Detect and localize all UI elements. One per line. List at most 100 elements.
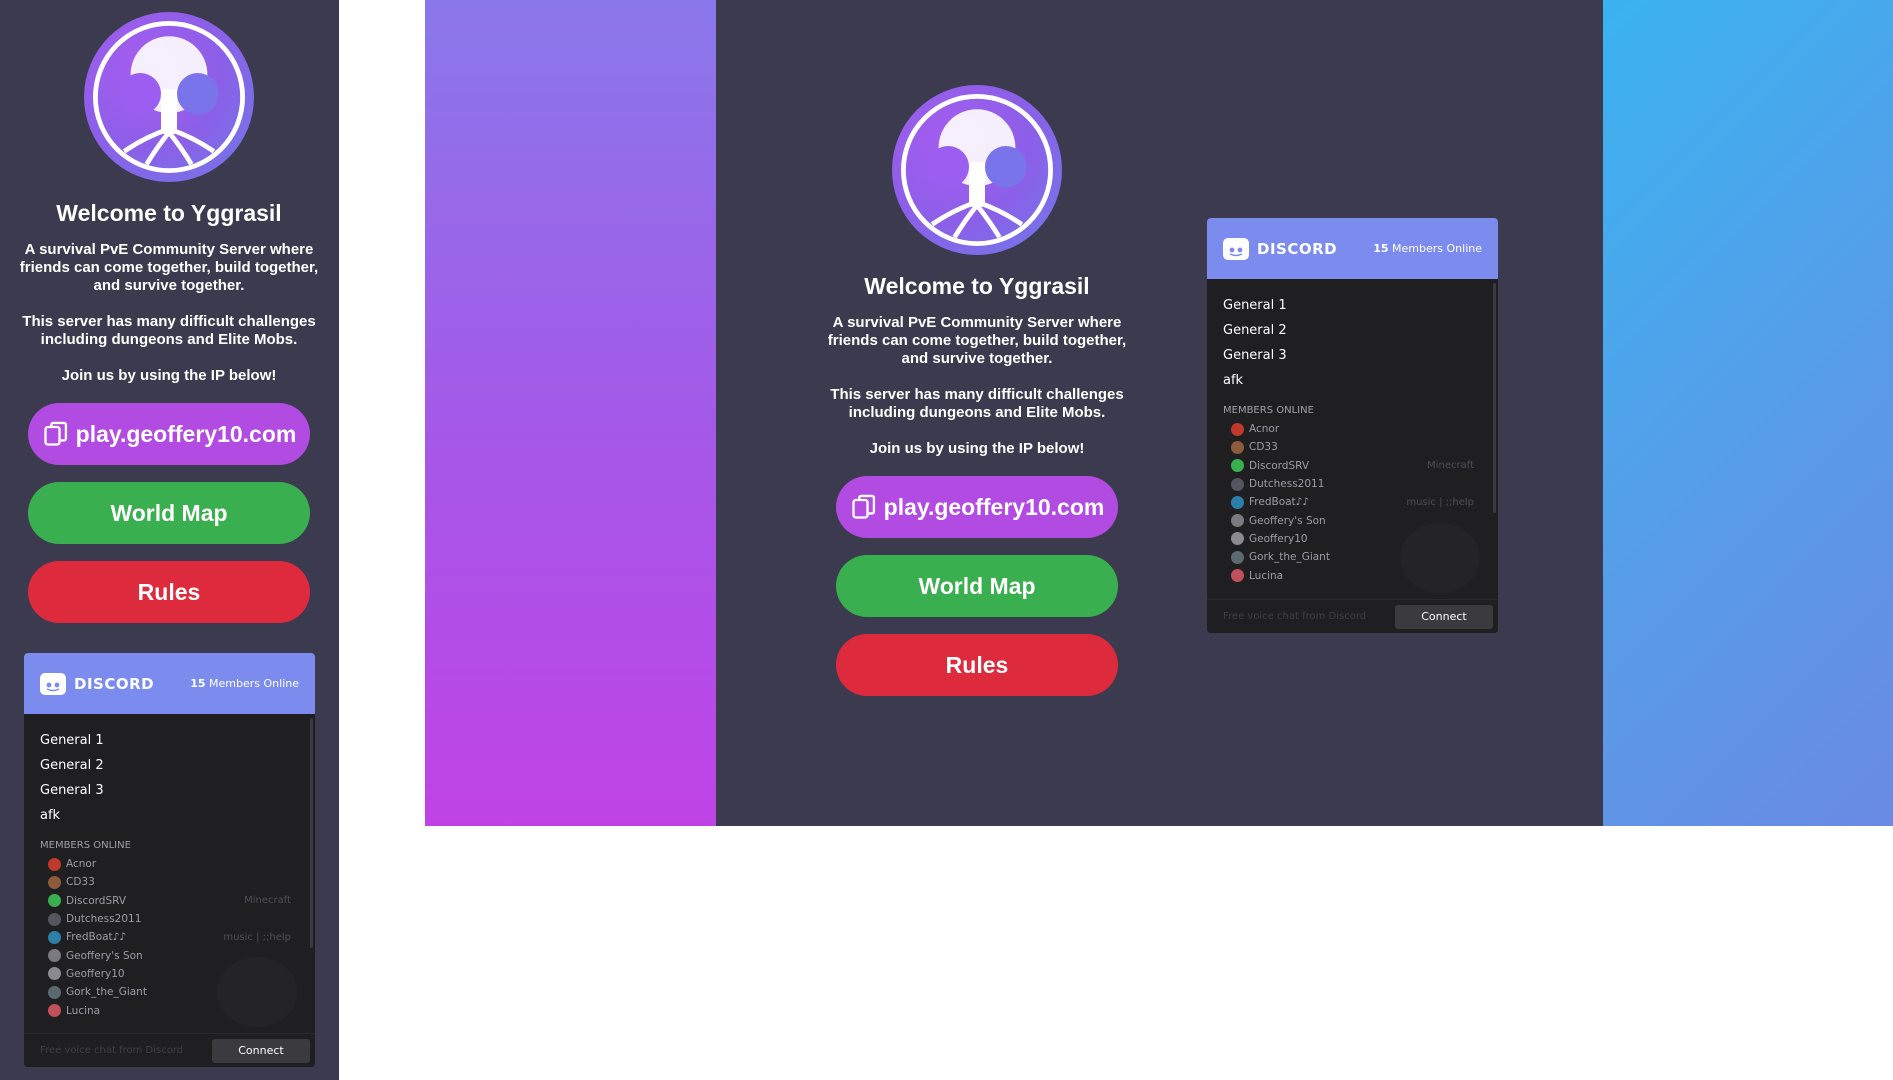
copy-ip-button[interactable]: play.geoffery10.com [28,403,310,465]
avatar [1231,495,1244,509]
member-item[interactable]: Dutchess2011 [1223,475,1482,493]
channel-item[interactable]: General 1 [1223,293,1482,318]
member-name: Dutchess2011 [1249,478,1325,491]
discord-logo[interactable]: DISCORD [40,672,155,695]
tree-of-life-icon [92,20,245,173]
member-item[interactable]: Geoffery10 [1223,530,1482,548]
member-item[interactable]: Acnor [40,855,299,873]
world-map-button[interactable]: World Map [28,482,310,544]
discord-brand-label: DISCORD [1257,239,1338,258]
member-name: Geoffery10 [1249,532,1308,545]
channel-item[interactable]: General 2 [1223,318,1482,343]
members-online-count: 15 Members Online [1373,242,1482,255]
online-label: Members Online [209,677,299,690]
channel-item[interactable]: General 3 [40,778,299,803]
member-item[interactable]: Geoffery10 [40,965,299,983]
member-name: Geoffery's Son [1249,514,1326,527]
member-item[interactable]: CD33 [1223,438,1482,456]
tree-logo-icon [84,12,254,182]
copy-ip-button[interactable]: play.geoffery10.com [836,476,1118,538]
online-label: Members Online [1392,242,1482,255]
member-list: Acnor CD33 DiscordSRV Minecraft Dutchess2… [1223,420,1482,585]
welcome-title: Welcome to Yggrasil [864,273,1090,299]
member-name: CD33 [66,876,95,889]
member-item[interactable]: DiscordSRV Minecraft [40,892,299,910]
member-list: Acnor CD33 DiscordSRV Minecraft Dutchess2… [40,855,299,1020]
member-item[interactable]: Lucina [40,1001,299,1019]
tree-logo-icon [892,85,1062,255]
channel-item[interactable]: General 2 [40,753,299,778]
member-name: Acnor [1249,423,1280,436]
avatar [48,912,61,926]
world-map-button[interactable]: World Map [836,555,1118,617]
member-name: Geoffery10 [66,967,125,980]
discord-footer-text: Free voice chat from Discord [40,1045,184,1056]
discord-widget: DISCORD 15 Members Online General 1 Gene… [24,653,315,1067]
member-name: Acnor [66,858,97,871]
member-item[interactable]: Geoffery's Son [40,946,299,964]
member-name: Gork_the_Giant [1249,551,1330,564]
member-name: DiscordSRV [1249,459,1310,472]
discord-footer-text: Free voice chat from Discord [1223,611,1367,622]
channel-list: General 1 General 2 General 3 afk [1223,293,1482,393]
member-name: Geoffery's Son [66,949,143,962]
avatar [1231,477,1244,491]
member-name: Lucina [1249,569,1284,582]
discord-footer: Free voice chat from Discord Connect [1207,599,1498,633]
avatar [1231,514,1244,528]
member-item[interactable]: Gork_the_Giant [1223,548,1482,566]
member-game: Minecraft [1427,460,1474,472]
channel-item[interactable]: General 1 [40,728,299,753]
avatar [48,875,61,889]
member-item[interactable]: FredBoat♪♪ music | ;;help [1223,493,1482,511]
online-count: 15 [1373,242,1389,255]
discord-icon [1223,237,1249,260]
rules-button[interactable]: Rules [836,634,1118,696]
welcome-join-text: Join us by using the IP below! [61,367,277,384]
page: Welcome to Yggrasil A survival PvE Commu… [0,0,1893,1080]
avatar [48,985,61,999]
discord-body: General 1 General 2 General 3 afk MEMBER… [1207,279,1498,599]
discord-header: DISCORD 15 Members Online [1207,218,1498,279]
member-item[interactable]: CD33 [40,873,299,891]
welcome-challenges-text: This server has many difficult challenge… [830,386,1124,421]
avatar [48,949,61,963]
member-item[interactable]: Lucina [1223,566,1482,584]
channel-list: General 1 General 2 General 3 afk [40,728,299,828]
ip-label: play.geoffery10.com [75,420,297,447]
connect-button[interactable]: Connect [212,1038,310,1063]
connect-button[interactable]: Connect [1395,604,1493,629]
right-gradient-band [1603,0,1893,826]
member-name: Gork_the_Giant [66,986,147,999]
member-item[interactable]: Gork_the_Giant [40,983,299,1001]
member-game: music | ;;help [1406,496,1474,508]
member-name: FredBoat♪♪ [66,931,127,944]
channel-item[interactable]: General 3 [1223,343,1482,368]
members-online-count: 15 Members Online [190,677,299,690]
avatar [1231,459,1244,473]
welcome-description: A survival PvE Community Server where fr… [19,241,319,294]
member-item[interactable]: Geoffery's Son [1223,511,1482,529]
member-item[interactable]: Acnor [1223,420,1482,438]
discord-body: General 1 General 2 General 3 afk MEMBER… [24,714,315,1033]
channel-item[interactable]: afk [1223,368,1482,393]
channel-item[interactable]: afk [40,803,299,828]
welcome-challenges-text: This server has many difficult challenge… [22,313,316,348]
member-item[interactable]: FredBoat♪♪ music | ;;help [40,928,299,946]
avatar [1231,422,1244,436]
rules-button[interactable]: Rules [28,561,310,623]
member-name: Dutchess2011 [66,913,142,926]
left-gradient-band [425,0,716,826]
avatar [48,967,61,981]
avatar [48,1004,61,1018]
welcome-column: Welcome to Yggrasil A survival PvE Commu… [19,12,319,623]
member-name: FredBoat♪♪ [1249,496,1310,509]
member-game: Minecraft [244,895,291,907]
avatar [1231,569,1244,583]
discord-brand-label: DISCORD [74,674,155,693]
member-item[interactable]: Dutchess2011 [40,910,299,928]
discord-logo[interactable]: DISCORD [1223,237,1338,260]
discord-widget: DISCORD 15 Members Online General 1 Gene… [1207,218,1498,633]
avatar [48,857,61,871]
member-item[interactable]: DiscordSRV Minecraft [1223,457,1482,475]
